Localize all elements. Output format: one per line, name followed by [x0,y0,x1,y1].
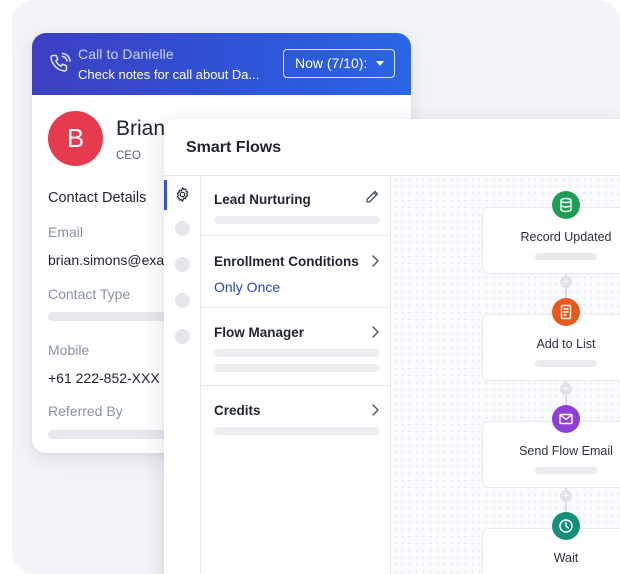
node-label: Wait [553,551,579,565]
node-label: Record Updated [520,230,612,244]
menu-item-flow-manager[interactable]: Flow Manager [201,308,391,386]
node-placeholder [535,253,597,260]
mobile-value[interactable]: +61 222-852-XXX [48,370,160,386]
menu-item-credits[interactable]: Credits [201,386,391,442]
referred-by-label: Referred By [48,403,123,419]
menu-item-lead-nurturing[interactable]: Lead Nurturing [201,176,391,236]
clock-icon [552,512,580,540]
node-label: Add to List [536,337,596,351]
menu-item-placeholder [214,364,380,372]
envelope-icon [552,405,580,433]
list-document-icon [552,298,580,326]
smart-flows-title: Smart Flows [186,139,282,156]
contact-name: Brian [116,117,166,140]
caret-down-icon [376,61,384,66]
rail-item[interactable] [175,221,190,236]
menu-item-placeholder [214,216,380,224]
time-select-value: Now (7/10): [295,55,368,71]
time-select[interactable]: Now (7/10): [283,49,395,78]
email-label: Email [48,224,84,240]
pencil-icon[interactable] [364,189,380,205]
menu-item-placeholder [214,349,380,357]
contact-role: CEO [116,150,141,162]
flow-canvas[interactable]: Record Updated + Add to List + Send Flow… [392,176,620,574]
call-banner[interactable]: Call to Danielle Check notes for call ab… [32,33,411,95]
node-label: Send Flow Email [519,444,613,458]
call-title: Call to Danielle [78,46,174,62]
chevron-right-icon [372,326,379,338]
smart-flows-panel: Smart Flows Lead Nurturing Enrollment Co… [164,119,620,574]
menu-item-label: Credits [214,403,261,418]
node-placeholder [535,467,597,474]
add-step-icon[interactable]: + [560,490,572,502]
chevron-right-icon [372,404,379,416]
rail-active-indicator [164,180,167,210]
phone-icon [50,52,71,72]
rail-item[interactable] [175,293,190,308]
add-step-icon[interactable]: + [560,383,572,395]
add-step-icon[interactable]: + [560,276,572,288]
flow-menu: Lead Nurturing Enrollment Conditions Onl… [201,176,391,574]
email-value[interactable]: brian.simons@exa [48,252,164,268]
mobile-label: Mobile [48,342,90,358]
rail-item[interactable] [175,329,190,344]
contact-details-heading: Contact Details [48,190,147,206]
node-placeholder [535,360,597,367]
menu-item-label: Flow Manager [214,325,305,340]
rail-item[interactable] [175,257,190,272]
menu-item-placeholder [214,427,380,435]
enrollment-value: Only Once [214,279,281,295]
icon-rail [164,176,201,574]
avatar: B [48,111,103,166]
database-icon [552,191,580,219]
menu-item-enrollment-conditions[interactable]: Enrollment Conditions Only Once [201,236,391,308]
menu-item-label: Enrollment Conditions [214,254,359,269]
menu-item-label: Lead Nurturing [214,192,311,207]
gear-icon[interactable] [174,186,191,203]
call-subtitle: Check notes for call about Da... [78,67,260,82]
smart-flows-header: Smart Flows [164,119,620,176]
contact-type-label: Contact Type [48,286,131,302]
chevron-right-icon [372,255,379,267]
